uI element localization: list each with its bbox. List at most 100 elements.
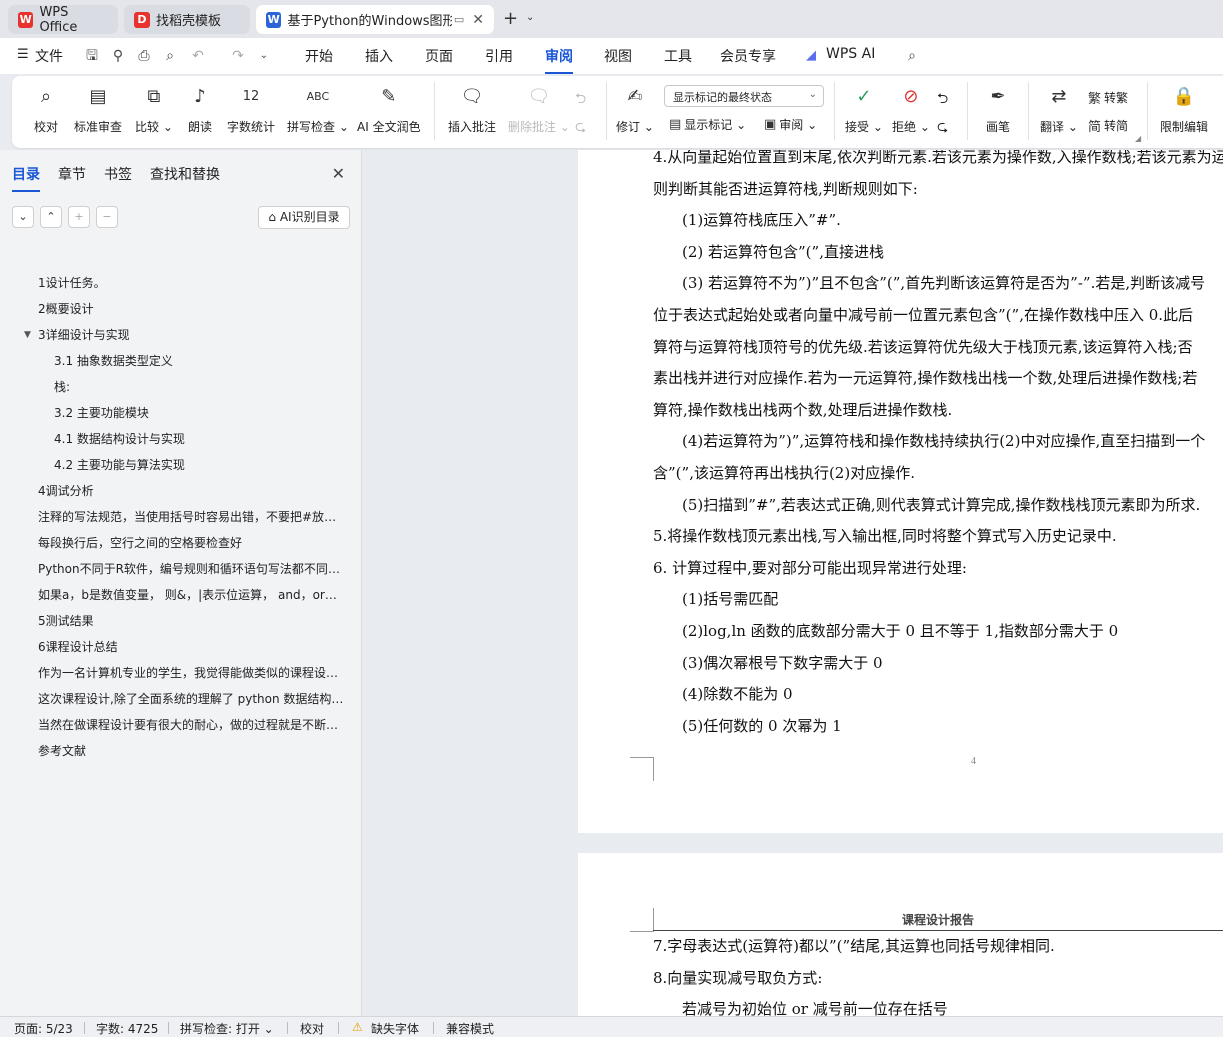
save-icon[interactable]: 🖫 [83, 47, 101, 65]
expand-down-icon[interactable]: ⌄ [12, 206, 34, 228]
menu-wps-ai[interactable]: WPS AI [826, 46, 875, 62]
collapse-up-icon[interactable]: ⌃ [40, 206, 62, 228]
divider [834, 82, 835, 140]
tab-document[interactable]: W 基于Python的Windows图形 ▭ ✕ [256, 5, 494, 34]
compat-mode-status[interactable]: 兼容模式 [446, 1020, 494, 1037]
spell-check-button[interactable]: ABC 拼写检查 ⌄ [287, 82, 349, 135]
ai-polish-button[interactable]: ✎ AI 全文润色 [357, 82, 421, 135]
track-changes-button[interactable]: ✍ 修订 ⌄ [616, 82, 654, 135]
to-traditional-button[interactable]: 繁转繁 [1088, 88, 1128, 107]
proofread-status[interactable]: 校对 [300, 1020, 324, 1037]
pen-button[interactable]: ✒ 画笔 [984, 82, 1012, 135]
file-menu[interactable]: 文件 [35, 46, 63, 66]
toc-item-label: 3.2 主要功能模块 [54, 406, 149, 420]
toc-item[interactable]: 注释的写法规范，当使用括号时容易出错，不要把#放在括号里面 [0, 504, 362, 530]
remove-heading-icon[interactable]: − [96, 206, 118, 228]
toc-item[interactable]: 参考文献 [0, 738, 362, 764]
hamburger-icon[interactable]: ☰ [17, 47, 29, 62]
toc-item[interactable]: 3.1 抽象数据类型定义 [0, 348, 362, 374]
reject-button[interactable]: ⊘ 拒绝 ⌄ [892, 82, 930, 135]
toc-item[interactable]: 6课程设计总结 [0, 634, 362, 660]
spell-check-status[interactable]: 拼写检查: 打开 ⌄ [180, 1020, 274, 1037]
show-markup-button[interactable]: ▤ 显示标记 ⌄ [669, 116, 746, 133]
tab-bookmarks[interactable]: 书签 [104, 164, 132, 192]
toc-item[interactable]: 每段换行后，空行之间的空格要检查好 [0, 530, 362, 556]
prev-comment-icon[interactable]: ⮌ [575, 88, 586, 112]
add-heading-icon[interactable]: + [68, 206, 90, 228]
toc-item[interactable]: ▼ 3详细设计与实现 [0, 322, 362, 348]
divider [434, 82, 435, 140]
toc-item[interactable]: 4.1 数据结构设计与实现 [0, 426, 362, 452]
toc-item[interactable]: 1设计任务。 [0, 270, 362, 296]
print-icon[interactable]: ⎙ [135, 47, 153, 65]
divider [606, 82, 607, 140]
toc-item[interactable]: Python不同于R软件，编号规则和循环语句写法都不同，容易混淆 [0, 556, 362, 582]
link-icon[interactable]: ⚲ [109, 47, 127, 65]
standard-review-button[interactable]: ▤ 标准审查 [74, 82, 122, 135]
search-icon[interactable]: ⌕ [903, 47, 921, 65]
menu-review[interactable]: 审阅 [545, 46, 573, 74]
word-count-button[interactable]: 12 字数统计 [227, 82, 275, 135]
restrict-edit-button[interactable]: 🔒 限制编辑 [1160, 82, 1208, 135]
toc-item[interactable]: 5测试结果 [0, 608, 362, 634]
accept-button[interactable]: ✓ 接受 ⌄ [845, 82, 883, 135]
toc-item[interactable]: 作为一名计算机专业的学生，我觉得能做类似的课程设计是十分有意义的 [0, 660, 362, 686]
menu-bar: ☰ 文件 🖫 ⚲ ⎙ ⌕ ↶ ↷ ⌄ 开始 插入 页面 引用 审阅 视图 工具 … [0, 38, 1223, 74]
toc-item[interactable]: 这次课程设计,除了全面系统的理解了 python 数据结构的一般原理 [0, 686, 362, 712]
magic-wand-icon: ✎ [381, 85, 397, 107]
ai-toc-button[interactable]: ⌂ AI识别目录 [258, 206, 350, 229]
monitor-icon[interactable]: ▭ [454, 13, 464, 26]
read-aloud-icon: ♪ [194, 85, 206, 107]
expand-triangle-icon[interactable]: ▼ [24, 322, 31, 348]
toc-item[interactable]: 当然在做课程设计要有很大的耐心，做的过程就是不断调试的过程 [0, 712, 362, 738]
document-check-icon: ▤ [89, 85, 107, 107]
read-aloud-button[interactable]: ♪ 朗读 [186, 82, 214, 135]
chevron-down-icon[interactable]: ⌄ [526, 12, 534, 23]
review-pane-button[interactable]: ▣ 审阅 ⌄ [764, 116, 817, 133]
dialog-launcher-icon[interactable]: ◢ [1135, 134, 1141, 143]
toc-item[interactable]: 2概要设计 [0, 296, 362, 322]
redo-icon[interactable]: ↷ [229, 47, 247, 65]
tab-docer[interactable]: D 找稻壳模板 [124, 5, 250, 34]
toc-item[interactable]: 如果a，b是数值变量， 则&，|表示位运算， and，or则表示逻辑运算 [0, 582, 362, 608]
close-icon[interactable]: ✕ [332, 164, 345, 183]
tab-wps-office[interactable]: W WPS Office [8, 5, 118, 35]
menu-view[interactable]: 视图 [604, 46, 632, 66]
toc-item[interactable]: 栈: [0, 374, 362, 400]
menu-insert[interactable]: 插入 [365, 46, 393, 66]
markup-display-select[interactable]: 显示标记的最终状态 ⌄ [664, 85, 824, 107]
next-change-icon[interactable]: ⮎ [937, 116, 948, 140]
close-icon[interactable]: ✕ [472, 12, 484, 28]
word-doc-icon: W [266, 11, 282, 28]
word-count[interactable]: 字数: 4725 [96, 1020, 158, 1037]
tab-chapters[interactable]: 章节 [58, 164, 86, 192]
menu-page[interactable]: 页面 [425, 46, 453, 66]
menu-tools[interactable]: 工具 [664, 46, 692, 66]
menu-membership[interactable]: 会员专享 [720, 46, 776, 66]
print-preview-icon[interactable]: ⌕ [161, 47, 179, 65]
page-indicator[interactable]: 页面: 5/23 [14, 1020, 73, 1037]
traditional-icon: 繁 [1088, 92, 1102, 107]
menu-start[interactable]: 开始 [305, 46, 333, 66]
button-label: AI识别目录 [279, 210, 340, 224]
insert-comment-button[interactable]: 🗨 插入批注 [448, 82, 496, 135]
to-simplified-button[interactable]: 简转简 [1088, 116, 1128, 135]
tab-toc[interactable]: 目录 [12, 164, 40, 192]
tab-find-replace[interactable]: 查找和替换 [150, 164, 220, 192]
button-label: 比较 ⌄ [135, 120, 173, 134]
toc-item[interactable]: 4调试分析 [0, 478, 362, 504]
menu-reference[interactable]: 引用 [485, 46, 513, 66]
delete-comment-button[interactable]: 🗨 删除批注 ⌄ [508, 82, 570, 135]
next-comment-icon[interactable]: ⮎ [575, 116, 586, 140]
new-tab-icon[interactable]: + [503, 8, 518, 29]
proofread-button[interactable]: ⌕ 校对 [32, 82, 60, 135]
translate-button[interactable]: ⇄ 翻译 ⌄ [1040, 82, 1078, 135]
quick-access-more-icon[interactable]: ⌄ [255, 47, 273, 65]
undo-icon[interactable]: ↶ [189, 47, 207, 65]
toc-item[interactable]: 3.2 主要功能模块 [0, 400, 362, 426]
prev-change-icon[interactable]: ⮌ [937, 88, 948, 112]
missing-font-status[interactable]: 缺失字体 [371, 1020, 419, 1037]
button-label: 插入批注 [448, 120, 497, 134]
toc-item[interactable]: 4.2 主要功能与算法实现 [0, 452, 362, 478]
compare-button[interactable]: ⧉ 比较 ⌄ [135, 82, 173, 135]
